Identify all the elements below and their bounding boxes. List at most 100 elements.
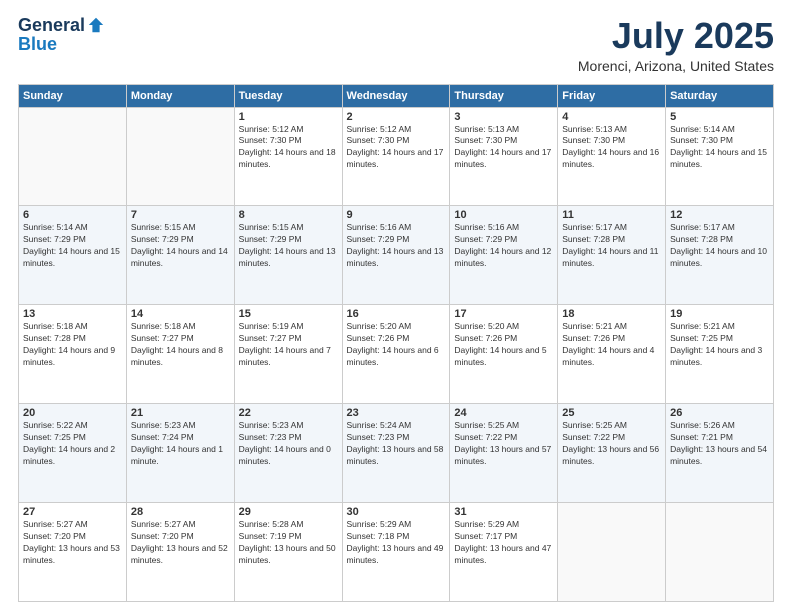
day-number: 6	[23, 209, 122, 221]
calendar-day-cell: 6Sunrise: 5:14 AMSunset: 7:29 PMDaylight…	[19, 206, 127, 305]
calendar-week-row: 6Sunrise: 5:14 AMSunset: 7:29 PMDaylight…	[19, 206, 774, 305]
calendar-day-cell: 5Sunrise: 5:14 AMSunset: 7:30 PMDaylight…	[666, 107, 774, 206]
day-info: Sunrise: 5:19 AMSunset: 7:27 PMDaylight:…	[239, 321, 338, 369]
weekday-header-friday: Friday	[558, 84, 666, 107]
day-info: Sunrise: 5:18 AMSunset: 7:27 PMDaylight:…	[131, 321, 230, 369]
day-info: Sunrise: 5:20 AMSunset: 7:26 PMDaylight:…	[454, 321, 553, 369]
calendar-day-cell: 21Sunrise: 5:23 AMSunset: 7:24 PMDayligh…	[126, 404, 234, 503]
calendar-day-cell: 1Sunrise: 5:12 AMSunset: 7:30 PMDaylight…	[234, 107, 342, 206]
day-number: 13	[23, 308, 122, 320]
calendar-day-cell: 30Sunrise: 5:29 AMSunset: 7:18 PMDayligh…	[342, 503, 450, 602]
calendar-day-cell: 27Sunrise: 5:27 AMSunset: 7:20 PMDayligh…	[19, 503, 127, 602]
day-info: Sunrise: 5:14 AMSunset: 7:30 PMDaylight:…	[670, 124, 769, 172]
day-info: Sunrise: 5:12 AMSunset: 7:30 PMDaylight:…	[239, 124, 338, 172]
calendar-day-cell: 8Sunrise: 5:15 AMSunset: 7:29 PMDaylight…	[234, 206, 342, 305]
calendar-day-cell: 23Sunrise: 5:24 AMSunset: 7:23 PMDayligh…	[342, 404, 450, 503]
day-info: Sunrise: 5:28 AMSunset: 7:19 PMDaylight:…	[239, 519, 338, 567]
weekday-header-sunday: Sunday	[19, 84, 127, 107]
weekday-header-row: SundayMondayTuesdayWednesdayThursdayFrid…	[19, 84, 774, 107]
day-number: 8	[239, 209, 338, 221]
logo-general-text: General	[18, 16, 85, 34]
day-info: Sunrise: 5:17 AMSunset: 7:28 PMDaylight:…	[562, 222, 661, 270]
calendar-week-row: 13Sunrise: 5:18 AMSunset: 7:28 PMDayligh…	[19, 305, 774, 404]
day-number: 29	[239, 506, 338, 518]
day-number: 3	[454, 111, 553, 123]
day-info: Sunrise: 5:15 AMSunset: 7:29 PMDaylight:…	[131, 222, 230, 270]
logo-blue-text: Blue	[18, 34, 57, 54]
calendar-day-cell: 7Sunrise: 5:15 AMSunset: 7:29 PMDaylight…	[126, 206, 234, 305]
day-number: 7	[131, 209, 230, 221]
calendar-week-row: 20Sunrise: 5:22 AMSunset: 7:25 PMDayligh…	[19, 404, 774, 503]
weekday-header-saturday: Saturday	[666, 84, 774, 107]
day-info: Sunrise: 5:29 AMSunset: 7:17 PMDaylight:…	[454, 519, 553, 567]
calendar-day-cell: 17Sunrise: 5:20 AMSunset: 7:26 PMDayligh…	[450, 305, 558, 404]
calendar-day-cell: 16Sunrise: 5:20 AMSunset: 7:26 PMDayligh…	[342, 305, 450, 404]
day-info: Sunrise: 5:16 AMSunset: 7:29 PMDaylight:…	[347, 222, 446, 270]
day-number: 4	[562, 111, 661, 123]
day-info: Sunrise: 5:21 AMSunset: 7:25 PMDaylight:…	[670, 321, 769, 369]
day-info: Sunrise: 5:14 AMSunset: 7:29 PMDaylight:…	[23, 222, 122, 270]
day-number: 27	[23, 506, 122, 518]
day-number: 12	[670, 209, 769, 221]
weekday-header-monday: Monday	[126, 84, 234, 107]
calendar-day-cell	[19, 107, 127, 206]
calendar-week-row: 27Sunrise: 5:27 AMSunset: 7:20 PMDayligh…	[19, 503, 774, 602]
calendar-day-cell: 9Sunrise: 5:16 AMSunset: 7:29 PMDaylight…	[342, 206, 450, 305]
day-number: 21	[131, 407, 230, 419]
calendar-day-cell: 29Sunrise: 5:28 AMSunset: 7:19 PMDayligh…	[234, 503, 342, 602]
day-number: 24	[454, 407, 553, 419]
page: General Blue July 2025 Morenci, Arizona,…	[0, 0, 792, 612]
day-info: Sunrise: 5:22 AMSunset: 7:25 PMDaylight:…	[23, 420, 122, 468]
day-info: Sunrise: 5:23 AMSunset: 7:23 PMDaylight:…	[239, 420, 338, 468]
day-number: 1	[239, 111, 338, 123]
calendar-day-cell: 25Sunrise: 5:25 AMSunset: 7:22 PMDayligh…	[558, 404, 666, 503]
calendar-day-cell: 15Sunrise: 5:19 AMSunset: 7:27 PMDayligh…	[234, 305, 342, 404]
weekday-header-thursday: Thursday	[450, 84, 558, 107]
day-number: 11	[562, 209, 661, 221]
day-number: 18	[562, 308, 661, 320]
calendar-day-cell: 19Sunrise: 5:21 AMSunset: 7:25 PMDayligh…	[666, 305, 774, 404]
calendar-day-cell: 10Sunrise: 5:16 AMSunset: 7:29 PMDayligh…	[450, 206, 558, 305]
calendar-day-cell: 4Sunrise: 5:13 AMSunset: 7:30 PMDaylight…	[558, 107, 666, 206]
calendar-day-cell: 13Sunrise: 5:18 AMSunset: 7:28 PMDayligh…	[19, 305, 127, 404]
calendar-day-cell: 18Sunrise: 5:21 AMSunset: 7:26 PMDayligh…	[558, 305, 666, 404]
calendar-day-cell: 12Sunrise: 5:17 AMSunset: 7:28 PMDayligh…	[666, 206, 774, 305]
title-area: July 2025 Morenci, Arizona, United State…	[578, 16, 774, 74]
day-number: 5	[670, 111, 769, 123]
logo: General Blue	[18, 16, 105, 55]
day-number: 28	[131, 506, 230, 518]
day-number: 15	[239, 308, 338, 320]
calendar-day-cell: 2Sunrise: 5:12 AMSunset: 7:30 PMDaylight…	[342, 107, 450, 206]
day-number: 30	[347, 506, 446, 518]
day-number: 2	[347, 111, 446, 123]
day-number: 23	[347, 407, 446, 419]
day-info: Sunrise: 5:16 AMSunset: 7:29 PMDaylight:…	[454, 222, 553, 270]
calendar-day-cell: 28Sunrise: 5:27 AMSunset: 7:20 PMDayligh…	[126, 503, 234, 602]
calendar-day-cell	[666, 503, 774, 602]
day-number: 19	[670, 308, 769, 320]
calendar-day-cell: 3Sunrise: 5:13 AMSunset: 7:30 PMDaylight…	[450, 107, 558, 206]
day-number: 9	[347, 209, 446, 221]
day-info: Sunrise: 5:17 AMSunset: 7:28 PMDaylight:…	[670, 222, 769, 270]
day-info: Sunrise: 5:23 AMSunset: 7:24 PMDaylight:…	[131, 420, 230, 468]
day-number: 25	[562, 407, 661, 419]
weekday-header-tuesday: Tuesday	[234, 84, 342, 107]
day-number: 10	[454, 209, 553, 221]
day-number: 20	[23, 407, 122, 419]
calendar-day-cell: 20Sunrise: 5:22 AMSunset: 7:25 PMDayligh…	[19, 404, 127, 503]
day-info: Sunrise: 5:26 AMSunset: 7:21 PMDaylight:…	[670, 420, 769, 468]
day-info: Sunrise: 5:18 AMSunset: 7:28 PMDaylight:…	[23, 321, 122, 369]
day-number: 31	[454, 506, 553, 518]
weekday-header-wednesday: Wednesday	[342, 84, 450, 107]
day-number: 14	[131, 308, 230, 320]
calendar-table: SundayMondayTuesdayWednesdayThursdayFrid…	[18, 84, 774, 602]
day-info: Sunrise: 5:20 AMSunset: 7:26 PMDaylight:…	[347, 321, 446, 369]
day-info: Sunrise: 5:29 AMSunset: 7:18 PMDaylight:…	[347, 519, 446, 567]
day-number: 17	[454, 308, 553, 320]
day-number: 16	[347, 308, 446, 320]
calendar-day-cell: 14Sunrise: 5:18 AMSunset: 7:27 PMDayligh…	[126, 305, 234, 404]
day-info: Sunrise: 5:25 AMSunset: 7:22 PMDaylight:…	[562, 420, 661, 468]
calendar-day-cell: 31Sunrise: 5:29 AMSunset: 7:17 PMDayligh…	[450, 503, 558, 602]
day-info: Sunrise: 5:13 AMSunset: 7:30 PMDaylight:…	[562, 124, 661, 172]
day-info: Sunrise: 5:27 AMSunset: 7:20 PMDaylight:…	[23, 519, 122, 567]
